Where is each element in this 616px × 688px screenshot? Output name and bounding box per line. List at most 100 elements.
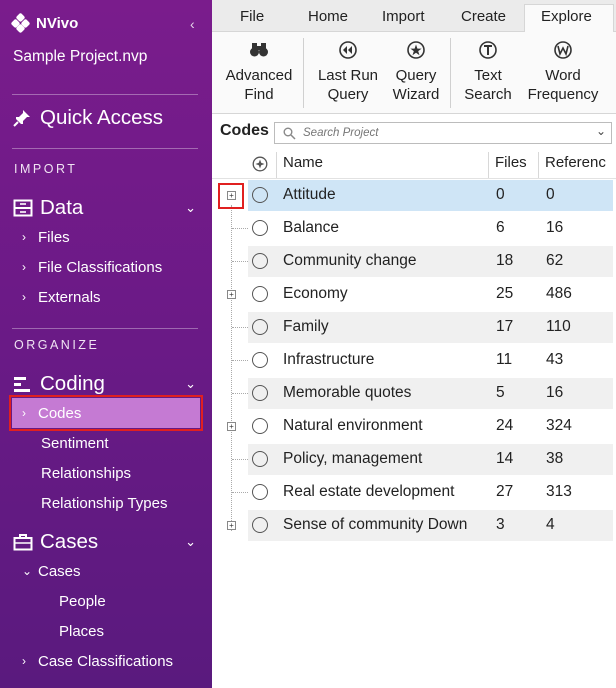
nav-relationships[interactable]: Relationships <box>41 460 131 486</box>
app-header: NVivo <box>10 12 79 34</box>
data-group[interactable]: Data ⌄ <box>12 196 200 220</box>
pin-icon <box>13 110 30 127</box>
table-row[interactable]: Family 17 110 <box>248 312 613 343</box>
wand-icon <box>407 41 425 59</box>
last-run-query-button[interactable]: Last Run Query <box>312 32 384 114</box>
expand-icon[interactable]: + <box>227 290 236 299</box>
table-row[interactable]: Policy, management 14 38 <box>248 444 613 475</box>
row-name: Real estate development <box>283 483 455 500</box>
row-files: 5 <box>496 384 505 401</box>
divider <box>12 148 198 149</box>
expand-icon[interactable]: + <box>227 521 236 530</box>
row-references: 62 <box>546 252 564 269</box>
divider <box>12 94 198 95</box>
add-column-icon[interactable] <box>252 156 268 172</box>
column-header-name[interactable]: Name <box>283 154 323 175</box>
table-row[interactable]: Infrastructure 11 43 <box>248 345 613 376</box>
app-name: NVivo <box>36 14 79 32</box>
nav-sentiment[interactable]: Sentiment <box>41 430 109 456</box>
row-radio-icon[interactable] <box>252 451 268 467</box>
tab-explore[interactable]: Explore <box>541 8 592 25</box>
row-radio-icon[interactable] <box>252 484 268 500</box>
chevron-down-icon[interactable]: ⌄ <box>596 124 606 138</box>
tab-home[interactable]: Home <box>308 8 348 25</box>
table-row[interactable]: Natural environment 24 324 <box>248 411 613 442</box>
advanced-find-line2: Find <box>244 86 274 103</box>
table-row[interactable]: Memorable quotes 5 16 <box>248 378 613 409</box>
row-files: 6 <box>496 219 505 236</box>
tree-connector <box>232 327 248 328</box>
word-frequency-line1: Word <box>545 67 581 84</box>
row-name: Policy, management <box>283 450 423 467</box>
row-name: Balance <box>283 219 340 236</box>
column-divider <box>538 152 539 178</box>
row-name: Community change <box>283 252 417 269</box>
coding-group[interactable]: Coding ⌄ <box>12 372 200 396</box>
expand-icon[interactable]: + <box>227 422 236 431</box>
tree-connector <box>232 492 248 493</box>
tab-import[interactable]: Import <box>382 8 425 25</box>
row-references: 16 <box>546 384 564 401</box>
chevron-right-icon: › <box>22 230 26 244</box>
row-files: 24 <box>496 417 514 434</box>
table-row[interactable]: Balance 6 16 <box>248 213 613 244</box>
column-header-references[interactable]: Referenc <box>545 154 613 175</box>
nav-files-label: Files <box>38 228 70 246</box>
row-name: Attitude <box>283 186 336 203</box>
row-name: Economy <box>283 285 348 302</box>
chevron-right-icon: › <box>22 260 26 274</box>
briefcase-icon <box>12 532 34 552</box>
advanced-find-button[interactable]: Advanced Find <box>220 32 298 114</box>
nav-files[interactable]: › Files <box>22 224 70 250</box>
row-radio-icon[interactable] <box>252 220 268 236</box>
divider <box>12 328 198 329</box>
column-header-files[interactable]: Files <box>495 154 527 175</box>
row-radio-icon[interactable] <box>252 385 268 401</box>
word-frequency-icon <box>554 41 572 59</box>
coding-icon <box>12 374 34 394</box>
cases-group[interactable]: Cases ⌄ <box>12 530 200 554</box>
row-references: 38 <box>546 450 564 467</box>
nav-codes[interactable]: › Codes <box>22 400 81 426</box>
search-input[interactable] <box>303 125 583 141</box>
nav-cases[interactable]: ⌄ Cases <box>22 558 81 584</box>
nav-case-classifications[interactable]: › Case Classifications <box>22 648 173 674</box>
row-radio-icon[interactable] <box>252 187 268 203</box>
chevron-right-icon: › <box>22 406 26 420</box>
nvivo-logo-icon <box>10 12 31 34</box>
table-row[interactable]: Community change 18 62 <box>248 246 613 277</box>
column-divider <box>488 152 489 178</box>
nav-people[interactable]: People <box>59 588 106 614</box>
collapse-sidebar-icon[interactable]: ‹ <box>190 16 195 32</box>
nav-file-classifications[interactable]: › File Classifications <box>22 254 162 280</box>
row-radio-icon[interactable] <box>252 352 268 368</box>
table-row[interactable]: Attitude 0 0 <box>248 180 613 211</box>
nav-relationship-types[interactable]: Relationship Types <box>41 490 167 516</box>
tab-create[interactable]: Create <box>461 8 506 25</box>
nav-externals[interactable]: › Externals <box>22 284 101 310</box>
table-row[interactable]: Sense of community Down 3 4 <box>248 510 613 541</box>
quick-access-label: Quick Access <box>40 106 164 129</box>
tree-connector <box>232 459 248 460</box>
row-radio-icon[interactable] <box>252 418 268 434</box>
table-row[interactable]: Economy 25 486 <box>248 279 613 310</box>
query-wizard-button[interactable]: Query Wizard <box>388 32 444 114</box>
row-radio-icon[interactable] <box>252 517 268 533</box>
quick-access[interactable]: Quick Access <box>12 106 163 130</box>
row-radio-icon[interactable] <box>252 286 268 302</box>
row-files: 3 <box>496 516 505 533</box>
text-search-button[interactable]: Text Search <box>456 32 520 114</box>
nav-file-classifications-label: File Classifications <box>38 258 163 276</box>
row-radio-icon[interactable] <box>252 319 268 335</box>
nav-places-label: Places <box>59 622 105 640</box>
word-frequency-button[interactable]: Word Frequency <box>520 32 606 114</box>
tree-connector <box>232 360 248 361</box>
search-project-box[interactable]: ⌄ <box>274 122 612 144</box>
highlight-box <box>218 183 244 209</box>
tab-file[interactable]: File <box>240 8 264 25</box>
table-row[interactable]: Real estate development 27 313 <box>248 477 613 508</box>
nav-places[interactable]: Places <box>59 618 104 644</box>
row-references: 324 <box>546 417 572 434</box>
word-frequency-line2: Frequency <box>527 86 599 103</box>
row-radio-icon[interactable] <box>252 253 268 269</box>
